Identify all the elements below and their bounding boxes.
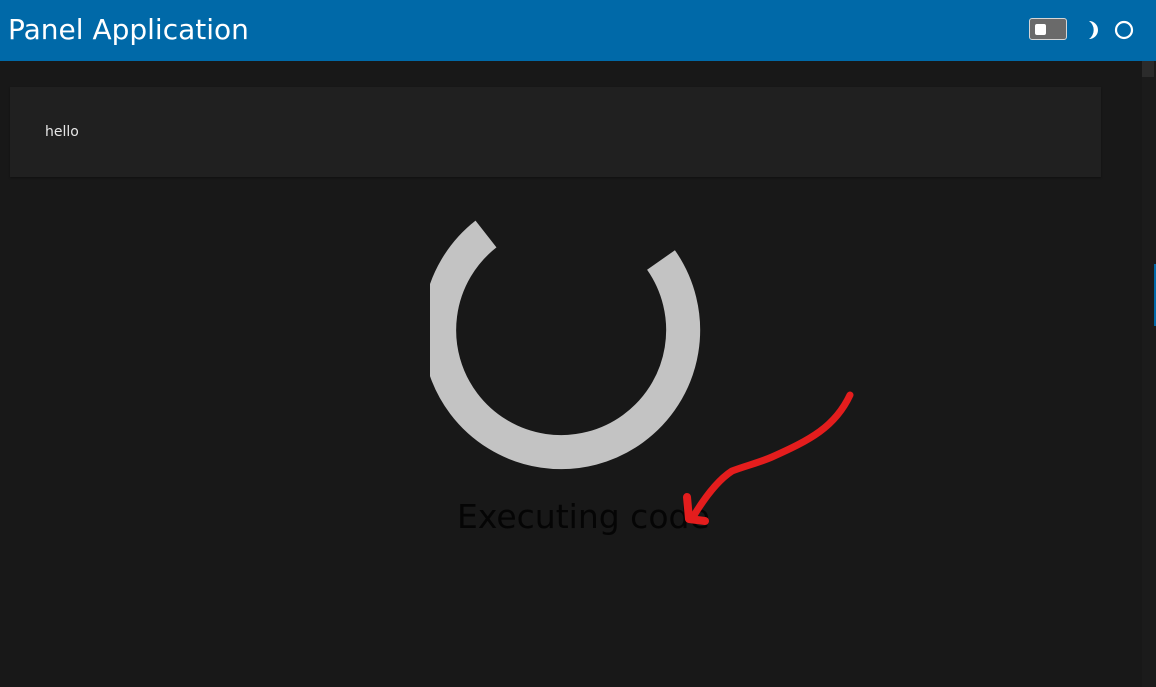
theme-toggle-knob bbox=[1035, 24, 1046, 35]
moon-icon[interactable] bbox=[1080, 19, 1102, 41]
content-card: hello bbox=[10, 87, 1101, 177]
scrollbar-thumb[interactable] bbox=[1142, 61, 1154, 77]
card-text: hello bbox=[45, 124, 79, 140]
red-arrow-annotation bbox=[683, 391, 854, 525]
app-title: Panel Application bbox=[8, 13, 249, 46]
busy-indicator-icon bbox=[1114, 20, 1134, 40]
vertical-scrollbar[interactable] bbox=[1142, 61, 1156, 687]
theme-toggle-switch[interactable] bbox=[1029, 18, 1067, 40]
loading-spinner bbox=[430, 220, 701, 470]
app-header: Panel Application bbox=[0, 0, 1156, 61]
